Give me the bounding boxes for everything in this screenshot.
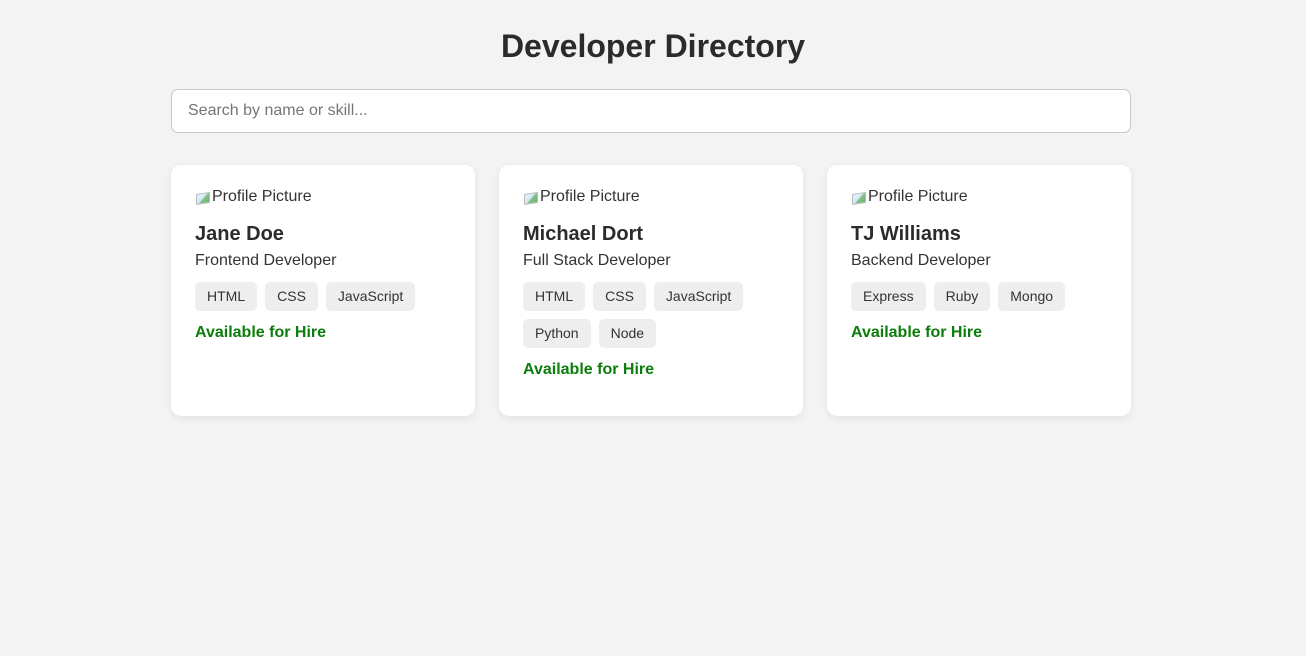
skill-tag: JavaScript xyxy=(653,282,744,311)
availability-status: Available for Hire xyxy=(523,361,655,378)
developer-name: Michael Dort xyxy=(523,223,644,245)
developer-card-grid: Profile Picture Jane Doe Frontend Develo… xyxy=(171,165,1131,416)
skill-tag: Mongo xyxy=(998,282,1066,311)
developer-role: Frontend Developer xyxy=(195,252,337,269)
skill-tag: HTML xyxy=(195,282,258,311)
page-title: Developer Directory xyxy=(500,28,806,64)
skill-tag: HTML xyxy=(523,282,586,311)
developer-name: TJ Williams xyxy=(851,223,961,245)
skill-list: HTML CSS JavaScript xyxy=(195,282,451,311)
skill-tag: Ruby xyxy=(933,282,991,311)
broken-image-icon xyxy=(851,190,867,204)
avatar: Profile Picture xyxy=(195,188,451,206)
skill-tag: Python xyxy=(523,319,591,348)
developer-name: Jane Doe xyxy=(195,223,284,245)
avatar: Profile Picture xyxy=(851,188,1107,206)
search-input[interactable] xyxy=(171,89,1131,133)
developer-card: Profile Picture Michael Dort Full Stack … xyxy=(499,165,803,416)
developer-role: Backend Developer xyxy=(851,252,991,269)
skill-tag: Node xyxy=(598,319,657,348)
skill-tag: CSS xyxy=(265,282,318,311)
skill-list: HTML CSS JavaScript Python Node xyxy=(523,282,779,348)
developer-role: Full Stack Developer xyxy=(523,252,671,269)
availability-status: Available for Hire xyxy=(851,324,983,341)
skill-tag: JavaScript xyxy=(325,282,416,311)
skill-list: Express Ruby Mongo xyxy=(851,282,1107,311)
broken-image-icon xyxy=(523,190,539,204)
avatar-alt-text: Profile Picture xyxy=(212,188,312,205)
developer-card: Profile Picture Jane Doe Frontend Develo… xyxy=(171,165,475,416)
avatar-alt-text: Profile Picture xyxy=(540,188,640,205)
avatar: Profile Picture xyxy=(523,188,779,206)
skill-tag: CSS xyxy=(593,282,646,311)
skill-tag: Express xyxy=(851,282,926,311)
avatar-alt-text: Profile Picture xyxy=(868,188,968,205)
developer-card: Profile Picture TJ Williams Backend Deve… xyxy=(827,165,1131,416)
availability-status: Available for Hire xyxy=(195,324,327,341)
broken-image-icon xyxy=(195,190,211,204)
